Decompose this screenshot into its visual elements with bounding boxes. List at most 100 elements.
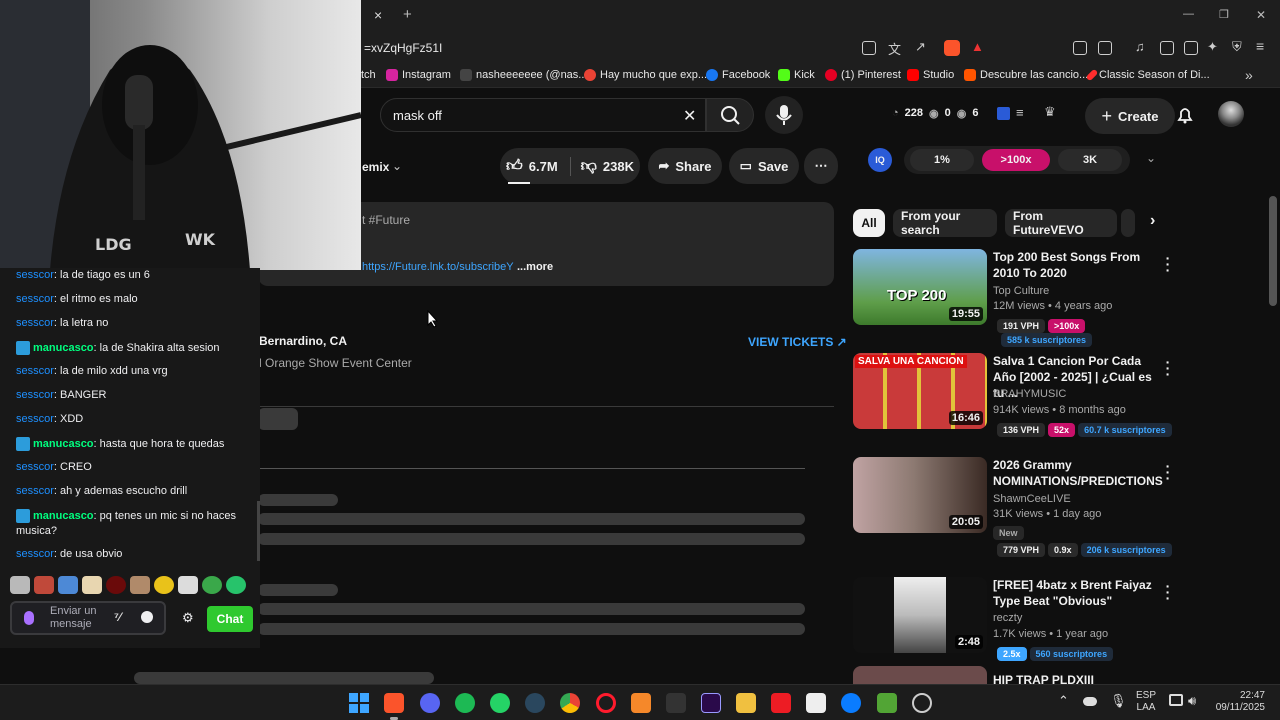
bookmark-soundcloud[interactable]: Descubre las cancio... [964,69,1088,81]
more-vertical-icon[interactable]: · · · [1163,459,1173,485]
video-title[interactable]: Top 200 Best Songs From 2010 To 2020 [993,249,1158,281]
filter-percent[interactable]: 1% [910,149,974,171]
clock[interactable]: 22:47 09/11/2025 [1215,690,1265,714]
opera-taskbar-icon[interactable] [596,693,616,713]
bookmark-tiktok[interactable]: nasheeeeeee (@nas... [460,69,587,81]
bell-icon[interactable] [1174,104,1196,126]
video-thumbnail[interactable]: TOP 200 19:55 [853,249,987,325]
bookmark-kick[interactable]: Kick [778,69,815,81]
translate-icon[interactable]: 文 [888,39,901,58]
video-title[interactable]: [FREE] 4batz x Brent Faiyaz Type Beat "O… [993,577,1158,609]
chevron-right-icon[interactable]: › [1150,212,1155,230]
bits-icon[interactable]: ⁷⁄ [114,610,121,624]
description-link[interactable]: https://Future.lnk.to/subscribeY [362,261,514,273]
dislike-button[interactable]: 👎︎ 238K [571,157,634,176]
url-field[interactable]: =xvZqHgFz51I [364,41,442,55]
bookmark-instagram[interactable]: Instagram [386,69,451,81]
vidiq-badge-icon[interactable]: IQ [868,148,892,172]
bookmark-item[interactable]: tch [361,69,376,81]
emote-ball-icon[interactable] [106,576,126,594]
steam-taskbar-icon[interactable] [525,693,545,713]
brave-shields-icon[interactable] [944,40,960,56]
more-link[interactable]: ...more [517,261,553,273]
more-vertical-icon[interactable]: · · · [1163,251,1173,277]
emote-fish-icon[interactable] [58,576,78,594]
chip-partial[interactable] [1121,209,1135,237]
video-channel[interactable]: reczty [993,612,1022,624]
new-tab-button[interactable]: + [403,6,412,23]
sidebar-icon[interactable] [1160,41,1174,55]
like-button[interactable]: 👍︎ 6.7M [506,156,571,176]
chat-input[interactable]: Enviar un mensaje ⁷⁄ [10,601,166,635]
window-close-button[interactable]: ✕ [1256,8,1266,22]
network-icon[interactable] [1169,694,1183,706]
spotify-taskbar-icon[interactable] [455,693,475,713]
video-thumbnail[interactable]: SALVA UNA CANCION 16:46 [853,353,987,429]
discord-taskbar-icon[interactable] [420,693,440,713]
emote-banana-icon[interactable] [154,576,174,594]
chip-from-channel[interactable]: From FutureVEVO [1005,209,1117,237]
video-channel[interactable]: BRAHYMUSIC [993,388,1066,400]
music-icon[interactable]: ♫ [1135,39,1145,54]
video-title[interactable]: 2026 Grammy NOMINATIONS/PREDICTIONS [993,457,1163,489]
minimize-button[interactable]: — [1183,8,1194,20]
save-button[interactable]: ▭ Save [729,148,799,184]
premiere-taskbar-icon[interactable] [701,693,721,713]
video-thumbnail[interactable] [853,666,987,684]
emote-house-icon[interactable] [82,576,102,594]
emote-smile-icon[interactable] [202,576,222,594]
emote-cat-icon[interactable] [10,576,30,594]
windows-start-icon[interactable] [348,692,370,714]
app-taskbar-icon[interactable] [912,693,932,713]
battlenet-taskbar-icon[interactable] [841,693,861,713]
brave-rewards-icon[interactable]: ▲ [971,39,984,54]
more-actions-button[interactable]: ⋯ [804,148,838,184]
epic-games-taskbar-icon[interactable] [666,693,686,713]
bookmark-facebook[interactable]: Facebook [706,69,770,81]
emote-duck-icon[interactable] [178,576,198,594]
filter-views[interactable]: 3K [1058,149,1122,171]
list-icon[interactable]: ≡ [1016,105,1024,120]
more-bookmarks-button[interactable]: » [1245,67,1253,83]
capcut-taskbar-icon[interactable] [806,693,826,713]
trophy-icon[interactable]: ♛ [1044,104,1056,120]
filter-multiplier[interactable]: >100x [982,149,1050,171]
search-button[interactable] [706,98,754,132]
language-indicator[interactable]: ESP LAA [1136,690,1156,714]
file-explorer-taskbar-icon[interactable] [736,693,756,713]
volume-icon[interactable]: 🔊︎ [1188,693,1196,709]
bookmark-studio[interactable]: Studio [907,69,954,81]
amd-taskbar-icon[interactable] [771,693,791,713]
avatar[interactable] [1218,101,1244,127]
leo-icon[interactable]: ✦ [1207,39,1218,55]
emote-face-icon[interactable] [34,576,54,594]
view-tickets-link[interactable]: VIEW TICKETS ↗ [748,335,847,349]
clear-search-icon[interactable]: ✕ [683,106,696,126]
chip-from-search[interactable]: From your search [893,209,997,237]
menu-icon[interactable]: ≡ [1256,38,1264,54]
emote-frog-icon[interactable] [226,576,246,594]
search-input[interactable]: mask off [393,108,442,123]
chat-scrollbar[interactable] [257,501,260,561]
onedrive-icon[interactable] [1083,697,1097,706]
bookmark-google[interactable]: Hay mucho que exp... [584,69,707,81]
chat-send-button[interactable]: Chat [207,606,253,632]
bookmark-classic[interactable]: Classic Season of Di... [1085,68,1210,82]
whatsapp-taskbar-icon[interactable] [490,693,510,713]
vpn-icon[interactable]: ⛨ [1232,39,1242,55]
video-thumbnail[interactable]: 20:05 [853,457,987,533]
scrollbar-thumb[interactable] [1269,196,1277,306]
voice-search-button[interactable] [765,96,803,134]
more-vertical-icon[interactable]: · · · [1163,579,1173,605]
chip-all[interactable]: All [853,209,885,237]
share-icon[interactable]: ↗ [915,39,926,55]
search-box[interactable]: mask off ✕ [380,98,706,132]
description-hashtag[interactable]: t #Future [362,213,410,227]
chevron-down-icon[interactable]: ⌄ [1146,151,1156,165]
brave-taskbar-icon[interactable] [384,693,404,713]
tray-chevron-icon[interactable]: ⌃ [1058,693,1069,709]
minecraft-taskbar-icon[interactable] [877,693,897,713]
chrome-taskbar-icon[interactable] [560,693,580,713]
more-vertical-icon[interactable]: · · · [1163,355,1173,381]
reading-icon[interactable] [1098,41,1112,55]
